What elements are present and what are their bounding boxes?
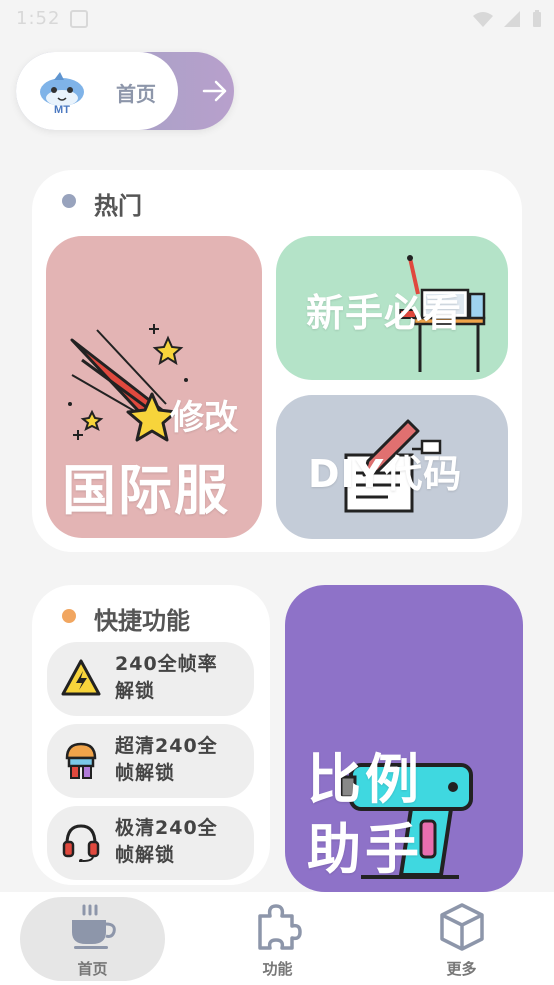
quick-section-dot xyxy=(62,609,76,623)
quick-item-240-fps-unlock[interactable]: 240全帧率 解锁 xyxy=(47,642,254,716)
paint-bucket-icon xyxy=(65,742,97,779)
arrow-right-icon xyxy=(202,80,227,102)
wifi-icon xyxy=(472,12,493,27)
tile-modify-international[interactable]: 修改 国际服 xyxy=(46,236,262,538)
hot-section-title: 热门 xyxy=(94,192,142,220)
nav-item-more[interactable]: 更多 xyxy=(389,892,534,985)
home-pill-button[interactable]: MT 首页 xyxy=(16,52,234,130)
status-icons xyxy=(472,8,542,29)
cube-icon xyxy=(440,903,484,951)
nav-item-home[interactable]: 首页 xyxy=(20,892,165,985)
tile-newbie-guide[interactable]: 新手必看 xyxy=(276,236,508,380)
quick-section-title: 快捷功能 xyxy=(94,607,190,635)
hot-section-dot xyxy=(62,194,76,208)
warning-bolt-icon xyxy=(61,659,101,696)
signal-icon xyxy=(504,11,521,27)
puzzle-icon xyxy=(258,904,302,950)
tile-modify-small-text: 修改 xyxy=(170,398,238,438)
tile-modify-big-text: 国际服 xyxy=(62,459,230,522)
headset-icon xyxy=(62,824,100,862)
tile-newbie-text: 新手必看 xyxy=(306,291,463,335)
notification-icon xyxy=(70,10,88,28)
nav-item-functions[interactable]: 功能 xyxy=(205,892,350,985)
quick-item-ultra-240-unlock[interactable]: 极清240全 帧解锁 xyxy=(47,806,254,880)
quick-item-hd-240-unlock[interactable]: 超清240全 帧解锁 xyxy=(47,724,254,798)
nav-label-functions: 功能 xyxy=(262,960,293,978)
tile-diy-code[interactable]: DIY代码 xyxy=(276,395,508,539)
quick-item-label: 超清240全 帧解锁 xyxy=(115,735,218,784)
status-time: 1:52 xyxy=(16,8,61,29)
home-pill-label: 首页 xyxy=(116,82,156,106)
promo-line2: 助手 xyxy=(307,818,423,881)
promo-line1: 比例 xyxy=(307,748,423,811)
nav-label-more: 更多 xyxy=(446,960,477,978)
quick-item-label: 240全帧率 解锁 xyxy=(115,653,218,702)
coffee-cup-icon xyxy=(72,904,116,949)
svg-text:MT: MT xyxy=(54,104,70,114)
quick-item-label: 极清240全 帧解锁 xyxy=(115,817,218,866)
tile-diy-text: DIY代码 xyxy=(308,452,463,496)
nav-label-home: 首页 xyxy=(77,960,108,978)
tile-ratio-assistant[interactable]: 比例 助手 xyxy=(285,585,523,892)
status-bar: 1:52 xyxy=(0,0,554,36)
battery-icon xyxy=(533,10,541,27)
shark-logo-icon: MT xyxy=(40,72,84,114)
